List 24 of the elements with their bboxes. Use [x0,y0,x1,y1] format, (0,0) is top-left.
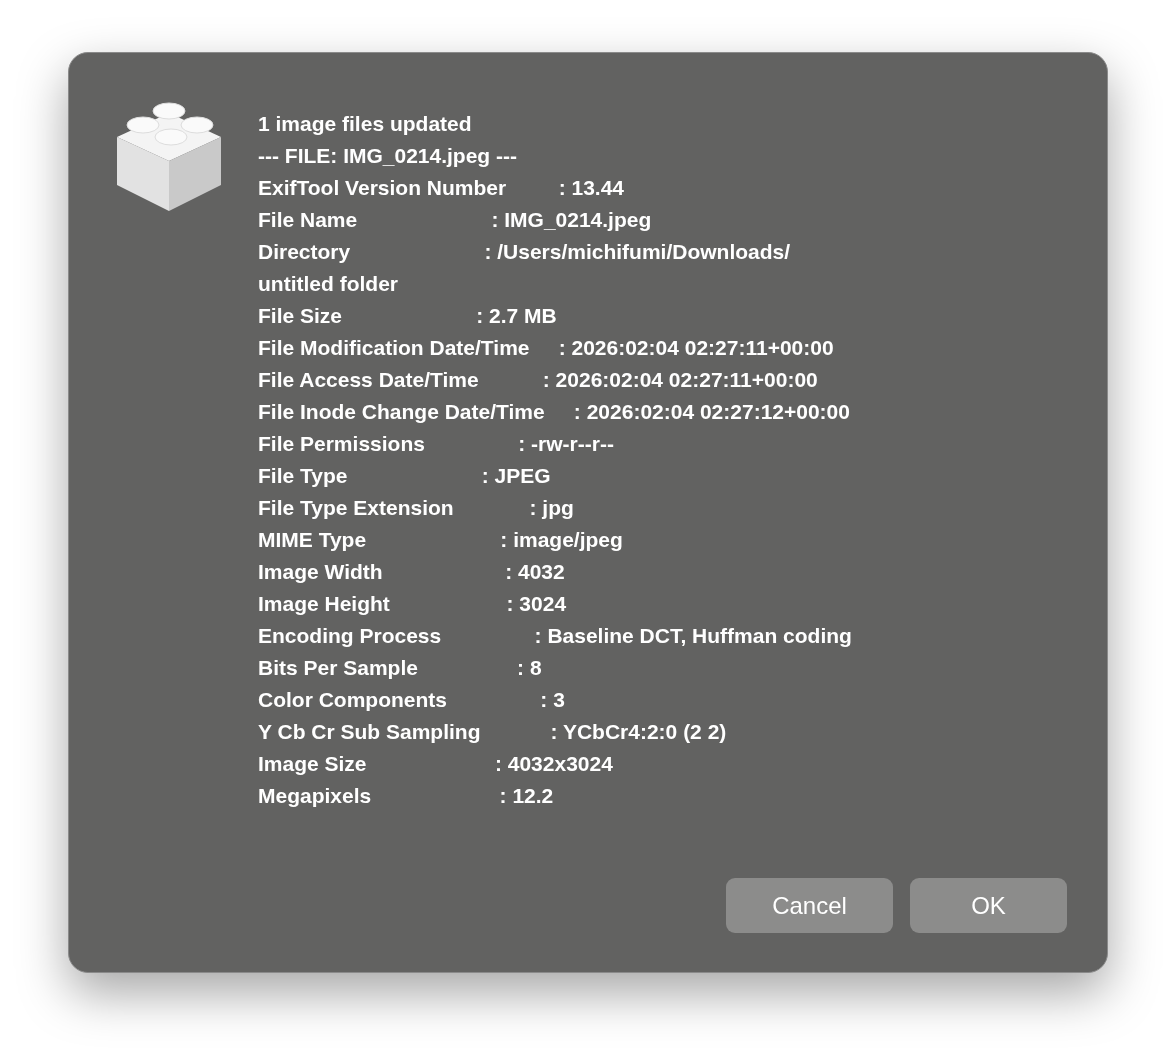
output-line: File Type : JPEG [258,463,552,489]
output-line: Image Width : 4032 [258,559,566,585]
output-line: 1 image files updated [258,111,473,137]
output-line: Image Size : 4032x3024 [258,751,614,777]
output-line: Directory : /Users/michifumi/Downloads/ [258,239,792,265]
output-line: MIME Type : image/jpeg [258,527,624,553]
output-line: Image Height : 3024 [258,591,568,617]
output-line: Color Components : 3 [258,687,566,713]
output-line: File Inode Change Date/Time : 2026:02:04 02:27:12+00:00 [258,399,851,425]
output-line: --- FILE: IMG_0214.jpeg --- [258,143,518,169]
output-line: File Modification Date/Time : 2026:02:04 02:27:11+00:00 [258,335,835,361]
output-line: Bits Per Sample : 8 [258,655,543,681]
cancel-button[interactable]: Cancel [726,878,893,933]
output-line: File Name : IMG_0214.jpeg [258,207,653,233]
output-line: File Type Extension : jpg [258,495,575,521]
output-line: Y Cb Cr Sub Sampling : YCbCr4:2:0 (2 2) [258,719,728,745]
output-line: File Size : 2.7 MB [258,303,558,329]
output-line: File Permissions : -rw-r--r-- [258,431,615,457]
output-line: untitled folder [258,271,399,297]
output-line: Encoding Process : Baseline DCT, Huffman coding [258,623,852,649]
output-line: ExifTool Version Number : 13.44 [258,175,626,201]
ok-button[interactable]: OK [910,878,1067,933]
output-line: File Access Date/Time : 2026:02:04 02:27:11+00:00 [258,367,819,393]
output-line: Megapixels : 12.2 [258,783,555,809]
